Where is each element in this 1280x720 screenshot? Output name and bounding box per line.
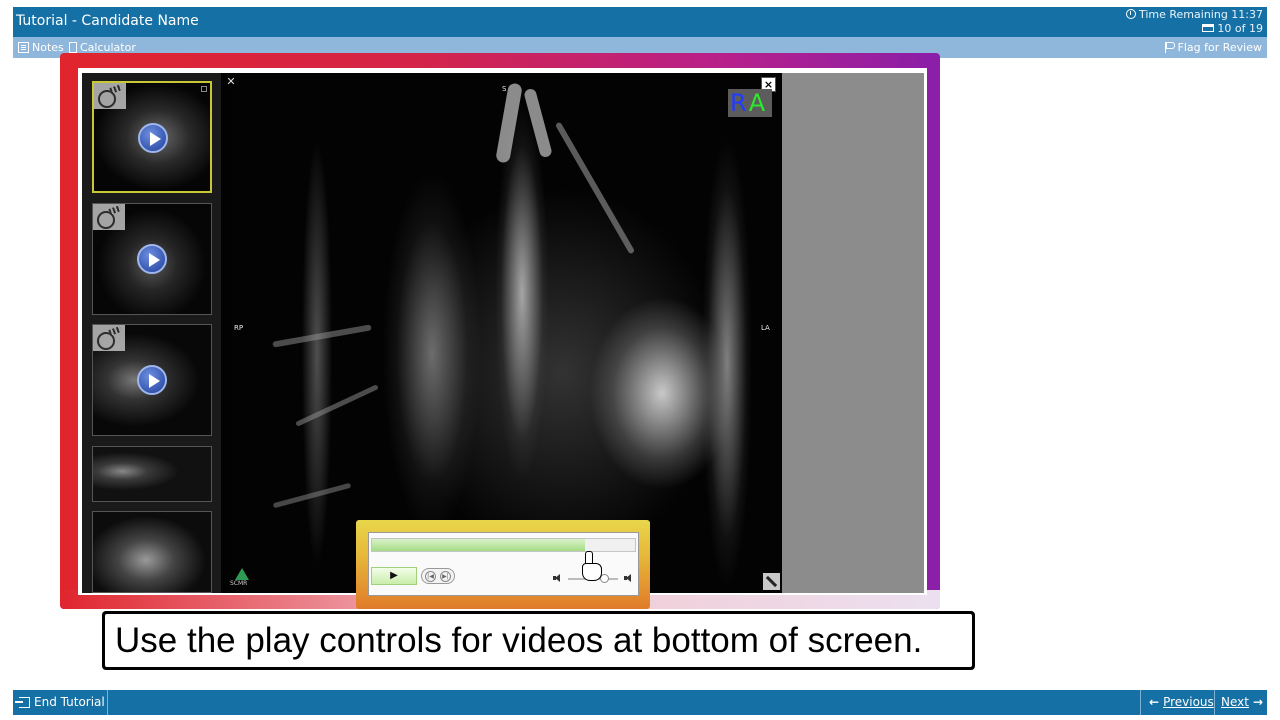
window-title: Tutorial - Candidate Name [16,13,199,29]
title-bar: Tutorial - Candidate Name Time Remaining… [13,7,1267,37]
thumbnail-video-1[interactable] [92,81,212,193]
progress-bar[interactable] [371,538,636,552]
progress-fill [372,539,586,551]
corner-indicator-icon [201,86,207,92]
notes-icon [18,42,29,53]
volume-low-icon[interactable] [553,574,563,582]
clock-icon [1125,9,1136,19]
exit-icon [15,697,30,708]
flag-label: Flag for Review [1177,41,1262,54]
end-tutorial-button[interactable]: End Tutorial [13,690,111,715]
pages-icon [1202,24,1215,32]
orientation-left: RP [234,324,244,332]
play-button[interactable]: ▶ [371,567,417,585]
end-tutorial-label: End Tutorial [34,695,105,709]
previous-label: Previous [1163,695,1214,709]
footer-bar: End Tutorial ← Previous Next → [13,690,1267,715]
film-reel-icon [94,83,126,109]
flag-for-review-button[interactable]: Flag for Review [1164,41,1262,54]
next-label: Next [1221,695,1249,709]
mri-image [232,73,782,593]
status-area: Time Remaining 11:37 10 of 19 [1125,8,1263,36]
next-button[interactable]: Next → [1215,690,1269,715]
divider [1140,690,1141,715]
question-progress: 10 of 19 [1217,22,1263,35]
collapse-icon[interactable]: ✕ [225,76,237,88]
time-remaining: Time Remaining 11:37 [1138,8,1263,21]
flag-icon [1164,42,1175,53]
side-panel [782,73,924,593]
society-logo-icon [230,568,254,588]
divider [107,690,108,715]
arrow-left-icon: ← [1149,695,1160,709]
orientation-right: LA [761,324,770,332]
play-circle-icon[interactable] [137,365,167,395]
caption-text: Use the play controls for videos at bott… [105,614,972,667]
notes-label: Notes [32,41,64,54]
thumbnail-video-3[interactable] [92,324,212,436]
orientation-top: S [502,85,507,93]
volume-high-icon[interactable] [624,574,634,582]
thumbnail-video-2[interactable] [92,203,212,315]
calculator-icon [69,42,77,53]
skip-controls: |◀ ▶| [421,568,455,584]
hand-cursor-icon [579,551,603,581]
thumbnail-strip [82,73,221,593]
previous-button[interactable]: ← Previous [1143,690,1220,715]
film-reel-icon [93,325,125,351]
skip-forward-icon[interactable]: ▶| [440,571,451,582]
thumbnail-image-4[interactable] [92,446,212,502]
skip-back-icon[interactable]: |◀ [425,571,436,582]
ra-badge: RA [728,89,772,117]
tutorial-caption: Use the play controls for videos at bott… [102,611,975,670]
notes-button[interactable]: Notes [18,41,64,54]
play-circle-icon[interactable] [138,123,168,153]
arrow-right-icon: → [1252,695,1264,709]
thumbnail-image-5[interactable] [92,511,212,593]
play-circle-icon[interactable] [137,244,167,274]
resize-icon[interactable] [763,573,780,590]
film-reel-icon [93,204,125,230]
